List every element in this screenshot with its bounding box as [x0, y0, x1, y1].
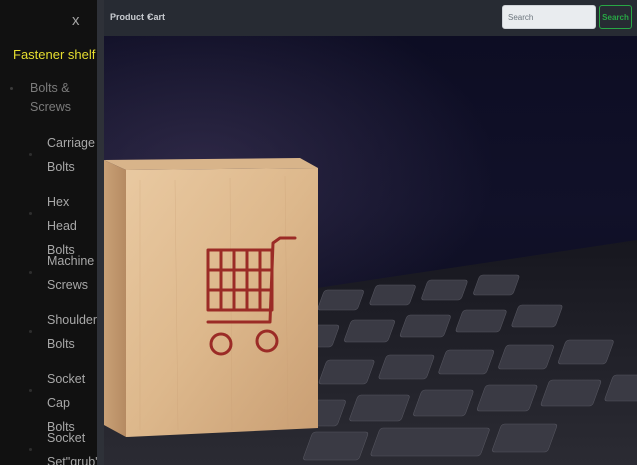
bullet-icon	[29, 153, 32, 156]
sidebar-item-shoulder-bolts[interactable]: Shoulder Bolts	[47, 308, 97, 356]
sidebar-scrollbar[interactable]	[97, 0, 104, 465]
sidebar-item-carriage-bolts[interactable]: Carriage Bolts	[47, 131, 97, 179]
product-dropdown-label: Product	[110, 12, 145, 22]
top-navbar: Product ▼ Cart Search	[97, 0, 637, 36]
search-button[interactable]: Search	[599, 5, 632, 29]
cart-link[interactable]: Cart	[147, 12, 165, 22]
search-input[interactable]	[502, 5, 596, 29]
brand-title[interactable]: Fastener shelf	[13, 47, 95, 62]
bullet-icon	[29, 212, 32, 215]
sidebar-item-machine-screws[interactable]: Machine Screws	[47, 249, 97, 297]
product-dropdown[interactable]: Product ▼	[110, 12, 152, 22]
bullet-icon	[29, 271, 32, 274]
sidebar-item-socket-set-grub[interactable]: Socket Set"grub"	[47, 426, 97, 465]
bullet-icon	[29, 448, 32, 451]
bullet-icon	[10, 87, 13, 90]
bullet-icon	[29, 389, 32, 392]
sidebar-nav: x Fastener shelf Bolts & Screws Carriage…	[0, 0, 97, 465]
bullet-icon	[29, 330, 32, 333]
close-sidebar-button[interactable]: x	[72, 13, 80, 28]
wooden-block	[104, 158, 318, 437]
category-bolts-screws[interactable]: Bolts & Screws	[30, 79, 92, 117]
